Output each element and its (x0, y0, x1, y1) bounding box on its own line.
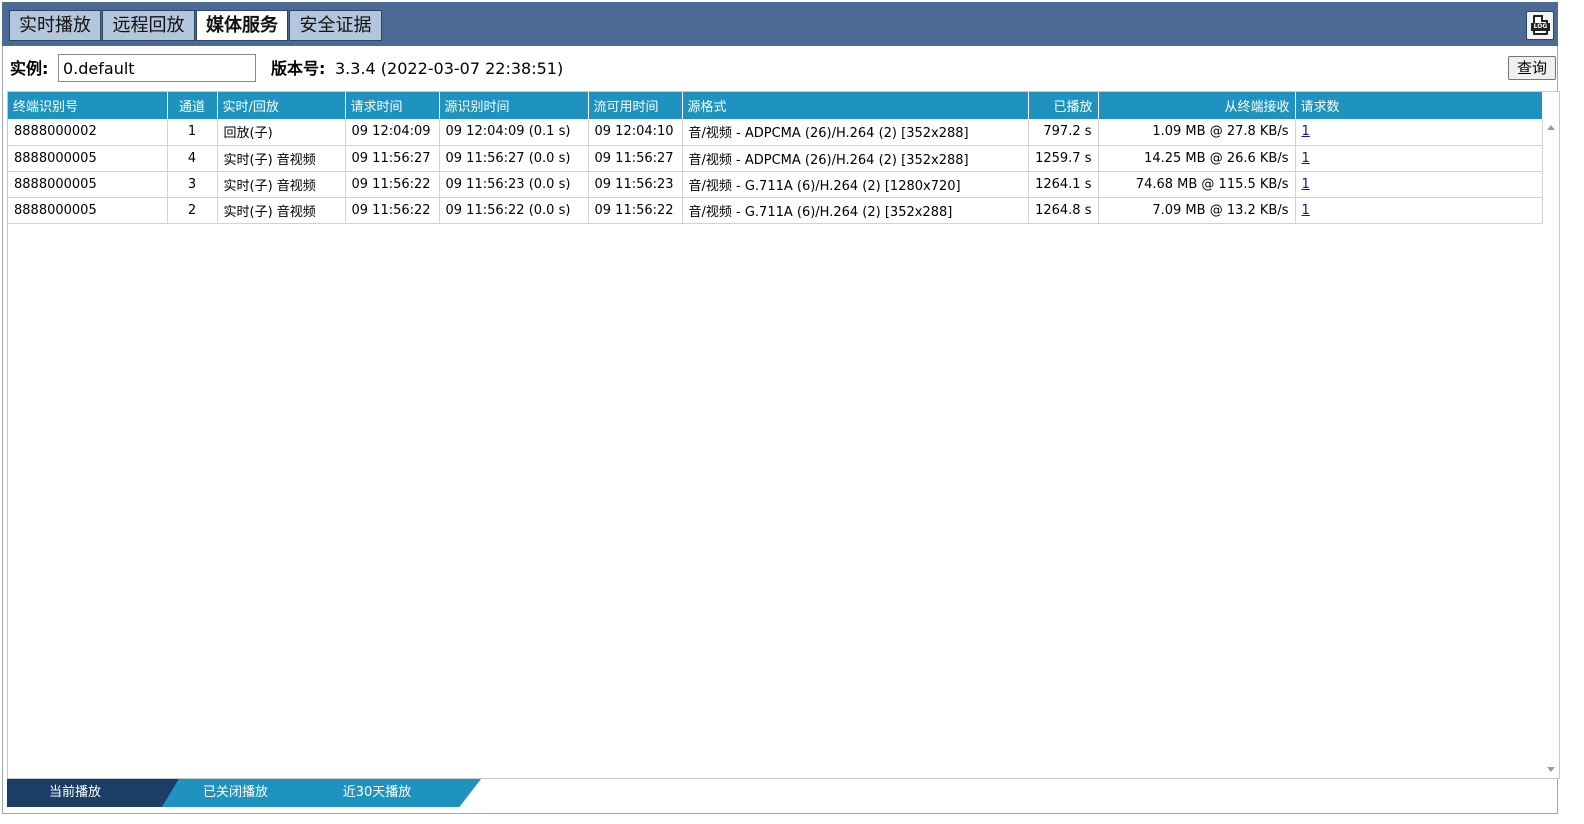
cell-received: 1.09 MB @ 27.8 KB/s (1098, 119, 1296, 146)
query-button[interactable]: 查询 (1508, 56, 1556, 80)
cell-source-format: 音/视频 - ADPCMA (26)/H.264 (2) [352x288] (682, 119, 1029, 146)
requests-link[interactable]: 1 (1302, 203, 1310, 218)
col-header-received[interactable]: 从终端接收 (1098, 92, 1296, 119)
cell-source-format: 音/视频 - G.711A (6)/H.264 (2) [1280x720] (682, 171, 1029, 198)
cell-channel: 1 (167, 119, 218, 146)
cell-source-format: 音/视频 - ADPCMA (26)/H.264 (2) [352x288] (682, 145, 1029, 172)
cell-channel: 4 (167, 145, 218, 172)
media-sessions-table: 终端识别号 通道 实时/回放 请求时间 源识别时间 流可用时间 源格式 已播放 … (7, 91, 1560, 779)
table-header-row: 终端识别号 通道 实时/回放 请求时间 源识别时间 流可用时间 源格式 已播放 … (8, 92, 1543, 119)
cell-request-time: 09 12:04:09 (345, 119, 440, 146)
cell-terminal-id: 8888000005 (8, 145, 168, 172)
cell-source-time: 09 11:56:27 (0.0 s) (439, 145, 589, 172)
cell-terminal-id: 8888000005 (8, 197, 168, 224)
vertical-scrollbar[interactable] (1543, 119, 1559, 778)
tab-last-30-days-playback[interactable]: 近30天播放 (301, 779, 481, 807)
top-bar: 实时播放 远程回放 媒体服务 安全证据 LOG (2, 2, 1558, 46)
scroll-up-arrow-icon[interactable] (1547, 125, 1555, 130)
cell-source-time: 09 11:56:23 (0.0 s) (439, 171, 589, 198)
cell-requests: 1 (1295, 119, 1543, 146)
version-label: 版本号: (271, 59, 326, 78)
cell-source-format: 音/视频 - G.711A (6)/H.264 (2) [352x288] (682, 197, 1029, 224)
cell-played: 1264.8 s (1028, 197, 1099, 224)
cell-stream-time: 09 12:04:10 (588, 119, 683, 146)
cell-stream-time: 09 11:56:22 (588, 197, 683, 224)
col-header-live-playback[interactable]: 实时/回放 (217, 92, 346, 119)
col-header-source-time[interactable]: 源识别时间 (439, 92, 589, 119)
cell-requests: 1 (1295, 171, 1543, 198)
cell-source-time: 09 12:04:09 (0.1 s) (439, 119, 589, 146)
cell-played: 1264.1 s (1028, 171, 1099, 198)
table-row[interactable]: 8888000005 4 实时(子) 音视频 09 11:56:27 09 11… (8, 145, 1543, 172)
cell-mode: 实时(子) 音视频 (217, 145, 346, 172)
cell-received: 14.25 MB @ 26.6 KB/s (1098, 145, 1296, 172)
cell-mode: 实时(子) 音视频 (217, 197, 346, 224)
tab-security-evidence[interactable]: 安全证据 (289, 10, 382, 41)
requests-link[interactable]: 1 (1302, 124, 1310, 139)
cell-played: 1259.7 s (1028, 145, 1099, 172)
info-bar: 实例: 版本号: 3.3.4 (2022-03-07 22:38:51) 查询 (8, 54, 1558, 84)
cell-request-time: 09 11:56:22 (345, 197, 440, 224)
table-row[interactable]: 8888000005 3 实时(子) 音视频 09 11:56:22 09 11… (8, 171, 1543, 198)
instance-label: 实例: (10, 59, 49, 78)
bottom-tab-bar: 当前播放 已关闭播放 近30天播放 (7, 779, 527, 808)
tab-remote-playback[interactable]: 远程回放 (102, 10, 195, 41)
scroll-down-arrow-icon[interactable] (1547, 767, 1555, 772)
col-header-played[interactable]: 已播放 (1028, 92, 1099, 119)
tab-current-playback[interactable]: 当前播放 (7, 779, 183, 807)
col-header-terminal-id[interactable]: 终端识别号 (8, 92, 168, 119)
cell-requests: 1 (1295, 197, 1543, 224)
table-row[interactable]: 8888000005 2 实时(子) 音视频 09 11:56:22 09 11… (8, 197, 1543, 224)
cell-requests: 1 (1295, 145, 1543, 172)
col-header-requests[interactable]: 请求数 (1295, 92, 1543, 119)
cell-played: 797.2 s (1028, 119, 1099, 146)
cell-channel: 2 (167, 197, 218, 224)
instance-input[interactable] (58, 54, 256, 82)
col-header-channel[interactable]: 通道 (167, 92, 218, 119)
version-value: 3.3.4 (2022-03-07 22:38:51) (335, 59, 564, 78)
col-header-request-time[interactable]: 请求时间 (345, 92, 440, 119)
cell-received: 7.09 MB @ 13.2 KB/s (1098, 197, 1296, 224)
cell-terminal-id: 8888000002 (8, 119, 168, 146)
tab-closed-playback[interactable]: 已关闭播放 (162, 779, 301, 807)
cell-channel: 3 (167, 171, 218, 198)
cell-received: 74.68 MB @ 115.5 KB/s (1098, 171, 1296, 198)
requests-link[interactable]: 1 (1302, 151, 1310, 166)
cell-mode: 实时(子) 音视频 (217, 171, 346, 198)
cell-mode: 回放(子) (217, 119, 346, 146)
col-header-stream-time[interactable]: 流可用时间 (588, 92, 683, 119)
table-row[interactable]: 8888000002 1 回放(子) 09 12:04:09 09 12:04:… (8, 119, 1543, 146)
cell-request-time: 09 11:56:27 (345, 145, 440, 172)
tab-live-play[interactable]: 实时播放 (9, 10, 101, 41)
tab-media-service[interactable]: 媒体服务 (196, 10, 288, 41)
cell-source-time: 09 11:56:22 (0.0 s) (439, 197, 589, 224)
log-button[interactable]: LOG (1526, 11, 1554, 40)
cell-terminal-id: 8888000005 (8, 171, 168, 198)
log-icon-text: LOG (1531, 23, 1550, 31)
cell-stream-time: 09 11:56:27 (588, 145, 683, 172)
cell-stream-time: 09 11:56:23 (588, 171, 683, 198)
cell-request-time: 09 11:56:22 (345, 171, 440, 198)
requests-link[interactable]: 1 (1302, 177, 1310, 192)
col-header-source-format[interactable]: 源格式 (682, 92, 1029, 119)
